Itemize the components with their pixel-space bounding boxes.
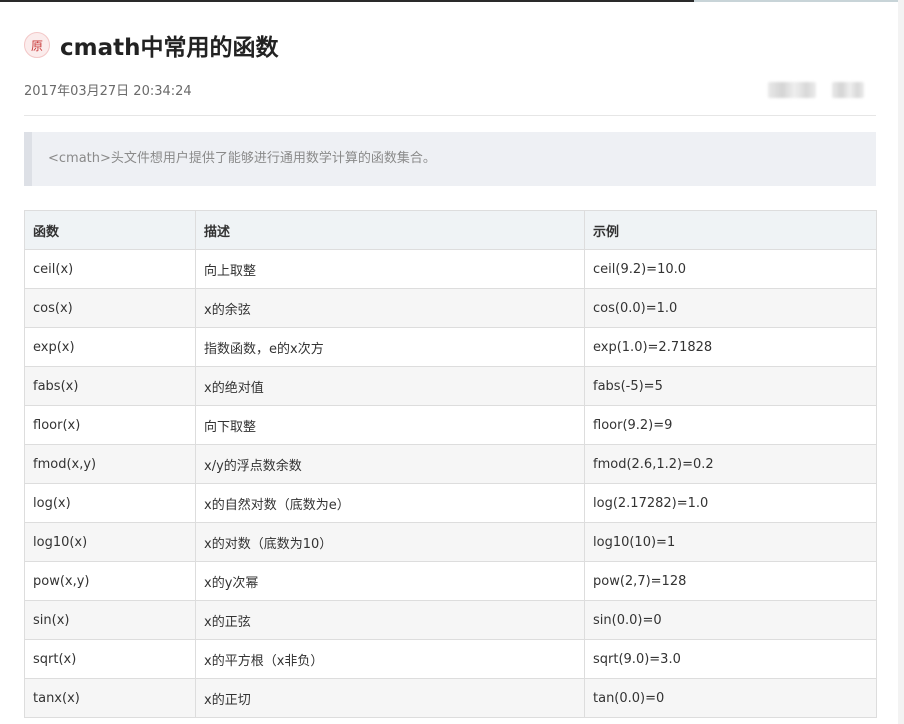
example-cell: tan(0.0)=0 <box>584 678 877 718</box>
table-row: log10(x) x的对数（底数为10） log10(10)=1 <box>24 522 877 562</box>
description-cell: x的自然对数（底数为e） <box>195 483 585 523</box>
function-cell: sqrt(x) <box>24 639 196 679</box>
title-row: 原 cmath中常用的函数 <box>24 30 279 61</box>
description-cell: x的正切 <box>195 678 585 718</box>
description-cell: x的y次幂 <box>195 561 585 601</box>
table-row: sqrt(x) x的平方根（x非负） sqrt(9.0)=3.0 <box>24 639 877 679</box>
article-title: cmath中常用的函数 <box>60 35 279 61</box>
article-meta: 2017年03月27日 20:34:24 <box>24 80 876 100</box>
top-border-accent <box>694 0 904 2</box>
example-cell: log10(10)=1 <box>584 522 877 562</box>
table-row: tanx(x) x的正切 tan(0.0)=0 <box>24 678 877 718</box>
function-cell: cos(x) <box>24 288 196 328</box>
blurred-author-info <box>768 82 816 98</box>
description-cell: 指数函数，e的x次方 <box>195 327 585 367</box>
example-cell: sqrt(9.0)=3.0 <box>584 639 877 679</box>
table-row: fabs(x) x的绝对值 fabs(-5)=5 <box>24 366 877 406</box>
function-cell: log10(x) <box>24 522 196 562</box>
example-cell: floor(9.2)=9 <box>584 405 877 445</box>
example-cell: fmod(2.6,1.2)=0.2 <box>584 444 877 484</box>
example-cell: ceil(9.2)=10.0 <box>584 249 877 289</box>
function-table: 函数 描述 示例 ceil(x) 向上取整 ceil(9.2)=10.0 cos… <box>24 210 877 718</box>
description-cell: 向下取整 <box>195 405 585 445</box>
table-row: log(x) x的自然对数（底数为e） log(2.17282)=1.0 <box>24 483 877 523</box>
table-row: fmod(x,y) x/y的浮点数余数 fmod(2.6,1.2)=0.2 <box>24 444 877 484</box>
example-cell: exp(1.0)=2.71828 <box>584 327 877 367</box>
table-row: floor(x) 向下取整 floor(9.2)=9 <box>24 405 877 445</box>
table-row: exp(x) 指数函数，e的x次方 exp(1.0)=2.71828 <box>24 327 877 367</box>
header-description: 描述 <box>195 210 585 250</box>
function-cell: pow(x,y) <box>24 561 196 601</box>
function-cell: fmod(x,y) <box>24 444 196 484</box>
example-cell: log(2.17282)=1.0 <box>584 483 877 523</box>
publish-date: 2017年03月27日 20:34:24 <box>24 84 192 99</box>
header-divider <box>24 115 876 116</box>
description-cell: x的正弦 <box>195 600 585 640</box>
page-edge <box>898 0 904 724</box>
table-row: cos(x) x的余弦 cos(0.0)=1.0 <box>24 288 877 328</box>
example-cell: sin(0.0)=0 <box>584 600 877 640</box>
description-cell: x的绝对值 <box>195 366 585 406</box>
function-cell: log(x) <box>24 483 196 523</box>
function-cell: tanx(x) <box>24 678 196 718</box>
table-row: pow(x,y) x的y次幂 pow(2,7)=128 <box>24 561 877 601</box>
header-function: 函数 <box>24 210 196 250</box>
blurred-view-count <box>832 82 864 98</box>
original-badge: 原 <box>24 32 50 58</box>
function-cell: exp(x) <box>24 327 196 367</box>
function-cell: sin(x) <box>24 600 196 640</box>
description-cell: x的平方根（x非负） <box>195 639 585 679</box>
table-row: ceil(x) 向上取整 ceil(9.2)=10.0 <box>24 249 877 289</box>
description-cell: x/y的浮点数余数 <box>195 444 585 484</box>
function-cell: ceil(x) <box>24 249 196 289</box>
function-cell: fabs(x) <box>24 366 196 406</box>
description-cell: 向上取整 <box>195 249 585 289</box>
intro-blockquote: <cmath>头文件想用户提供了能够进行通用数学计算的函数集合。 <box>24 132 876 186</box>
example-cell: pow(2,7)=128 <box>584 561 877 601</box>
function-cell: floor(x) <box>24 405 196 445</box>
example-cell: cos(0.0)=1.0 <box>584 288 877 328</box>
header-example: 示例 <box>584 210 877 250</box>
example-cell: fabs(-5)=5 <box>584 366 877 406</box>
table-row: sin(x) x的正弦 sin(0.0)=0 <box>24 600 877 640</box>
description-cell: x的余弦 <box>195 288 585 328</box>
table-header-row: 函数 描述 示例 <box>24 210 877 250</box>
description-cell: x的对数（底数为10） <box>195 522 585 562</box>
